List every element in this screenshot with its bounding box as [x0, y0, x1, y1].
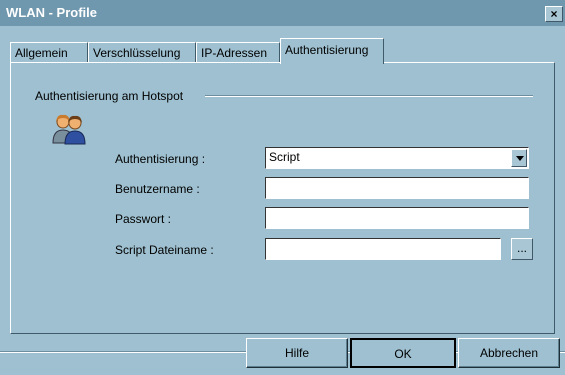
help-button[interactable]: Hilfe [246, 338, 348, 368]
tab-allgemein[interactable]: Allgemein [10, 42, 88, 62]
browse-button[interactable]: ... [511, 238, 533, 260]
group-title: Authentisierung am Hotspot [35, 89, 184, 103]
users-icon [52, 114, 86, 145]
auth-select-value: Script [269, 150, 300, 164]
script-filename-label: Script Dateiname : [115, 243, 214, 257]
tab-ip-adressen[interactable]: IP-Adressen [196, 42, 280, 62]
password-input[interactable] [265, 207, 529, 229]
tab-authentisierung[interactable]: Authentisierung [280, 38, 384, 64]
title-bar: WLAN - Profile × [0, 0, 565, 27]
group-divider [205, 95, 533, 97]
auth-select[interactable]: Script [265, 147, 529, 169]
tab-panel-authentisierung: Authentisierung am Hotspot Authentisieru… [10, 62, 555, 334]
script-filename-input[interactable] [265, 238, 501, 260]
chevron-down-icon[interactable] [511, 149, 527, 167]
auth-label: Authentisierung : [115, 152, 206, 166]
window-title: WLAN - Profile [6, 5, 97, 20]
dialog: Allgemein Verschlüsselung IP-Adressen Au… [0, 26, 565, 375]
tab-verschluesselung[interactable]: Verschlüsselung [88, 42, 196, 62]
username-input[interactable] [265, 177, 529, 199]
cancel-button[interactable]: Abbrechen [458, 338, 560, 368]
username-label: Benutzername : [115, 182, 200, 196]
close-button[interactable]: × [545, 6, 563, 22]
ok-button[interactable]: OK [350, 338, 456, 368]
password-label: Passwort : [115, 212, 172, 226]
